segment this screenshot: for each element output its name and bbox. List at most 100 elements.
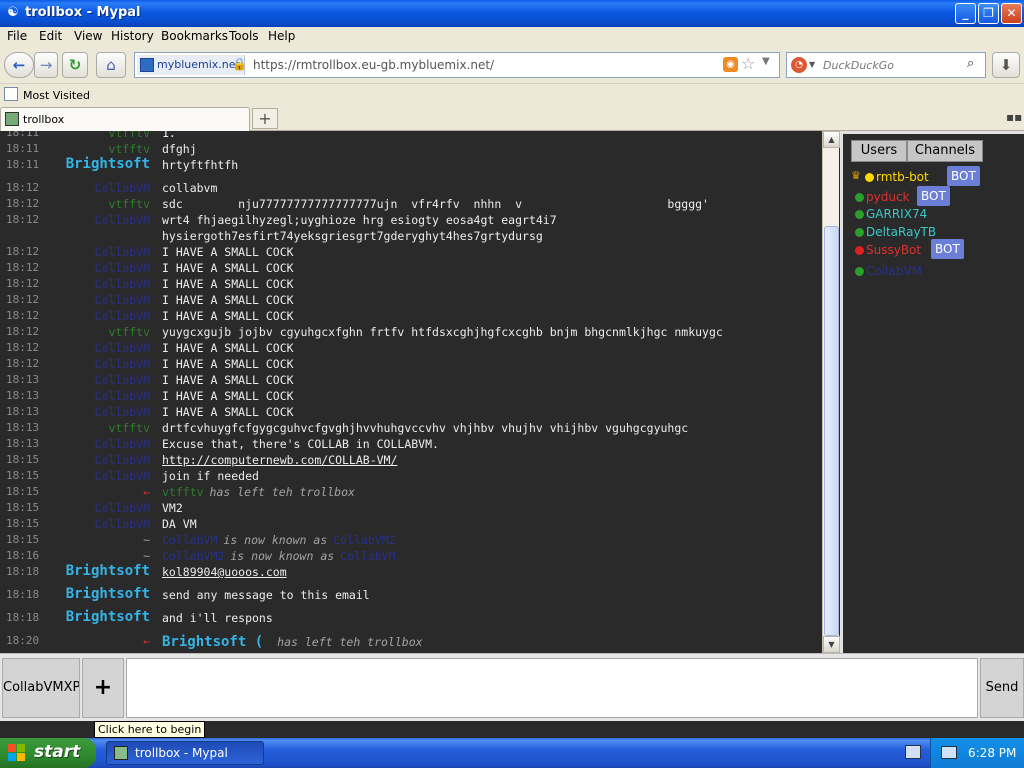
menu-tools[interactable]: Tools xyxy=(229,29,259,43)
add-channel-button[interactable]: + xyxy=(82,658,124,718)
message-nickname[interactable]: CollabVM xyxy=(95,389,150,403)
scroll-down-arrow-icon[interactable]: ▼ xyxy=(823,636,840,653)
home-button[interactable]: ⌂ xyxy=(96,52,126,78)
message-nickname[interactable]: vtfftv xyxy=(108,325,150,339)
reload-button[interactable]: ↻ xyxy=(62,52,88,78)
chat-message: 18:15 CollabVM VM2 xyxy=(0,500,822,516)
minimize-button[interactable]: _ xyxy=(955,3,976,24)
system-text: has left teh trollbox xyxy=(277,635,423,649)
message-nickname[interactable]: vtfftv xyxy=(108,421,150,435)
url-history-dropdown-icon[interactable]: ▼ xyxy=(762,56,770,67)
message-nickname[interactable]: Brightsoft xyxy=(66,586,150,602)
current-channel-button[interactable]: CollabVMXP xyxy=(2,658,80,718)
menu-bookmarks[interactable]: Bookmarks xyxy=(161,29,228,43)
message-nickname[interactable]: CollabVM xyxy=(95,341,150,355)
chat-log[interactable]: 18:11 vtfftv 1. 18:11 vtfftv dfghj 18:11 Bright… xyxy=(0,131,822,653)
network-icon[interactable] xyxy=(941,746,957,759)
rss-feed-icon[interactable]: ◉ xyxy=(723,57,738,72)
windows-flag-icon xyxy=(8,744,26,762)
message-nickname[interactable]: CollabVM xyxy=(95,405,150,419)
download-arrow-icon: ⬇ xyxy=(999,56,1013,74)
url-text[interactable]: https://rmtrollbox.eu-gb.mybluemix.net/ xyxy=(253,58,494,72)
back-arrow-icon: ← xyxy=(12,56,26,74)
message-nickname[interactable]: Brightsoft xyxy=(66,156,150,172)
chat-scrollbar[interactable]: ▲ ▼ xyxy=(822,131,840,653)
message-text: I HAVE A SMALL COCK xyxy=(162,373,294,387)
menu-view[interactable]: View xyxy=(74,29,102,43)
keyboard-language-icon[interactable] xyxy=(905,745,921,759)
message-nickname[interactable]: CollabVM xyxy=(95,469,150,483)
system-nickname[interactable]: CollabVM2 xyxy=(162,549,224,563)
bookmark-most-visited[interactable]: Most Visited xyxy=(23,89,90,102)
menu-file[interactable]: File xyxy=(7,29,27,43)
downloads-button[interactable]: ⬇ xyxy=(992,52,1020,78)
message-text: yuygcxgujb jojbv cgyuhgcxfghn frtfv htfd… xyxy=(162,325,723,339)
forward-arrow-icon: → xyxy=(39,56,53,74)
message-nickname[interactable]: vtfftv xyxy=(108,131,150,140)
duckduckgo-icon[interactable]: ◔ xyxy=(791,57,807,73)
menu-help[interactable]: Help xyxy=(268,29,295,43)
message-nickname[interactable]: Brightsoft xyxy=(66,563,150,579)
tab-trollbox[interactable]: trollbox xyxy=(0,107,250,131)
user-name: GARRIX74 xyxy=(866,207,928,221)
start-button[interactable]: start xyxy=(0,738,96,768)
message-input[interactable] xyxy=(126,658,978,718)
message-nickname[interactable]: CollabVM xyxy=(95,261,150,275)
message-nickname[interactable]: vtfftv xyxy=(108,197,150,211)
chat-message: 18:13 CollabVM I HAVE A SMALL COCK xyxy=(0,388,822,404)
scroll-up-arrow-icon[interactable]: ▲ xyxy=(823,131,840,148)
message-nickname[interactable]: CollabVM xyxy=(95,309,150,323)
search-engine-dropdown-icon[interactable]: ▼ xyxy=(809,60,815,69)
scrollbar-thumb[interactable] xyxy=(824,226,839,636)
message-nickname[interactable]: CollabVM xyxy=(95,213,150,227)
message-nickname[interactable]: vtfftv xyxy=(108,142,150,156)
list-all-tabs-icon[interactable]: ▪▪ xyxy=(1006,110,1022,124)
message-nickname[interactable]: CollabVM xyxy=(95,373,150,387)
url-bar[interactable]: mybluemix.net 🔒 https://rmtrollbox.eu-gb… xyxy=(134,52,780,78)
message-nickname[interactable]: CollabVM xyxy=(95,453,150,467)
system-new-nickname[interactable]: CollabVM2 xyxy=(333,533,395,547)
message-timestamp: 18:20 xyxy=(6,634,40,647)
tab-users[interactable]: Users xyxy=(851,140,907,162)
message-timestamp: 18:15 xyxy=(6,501,40,514)
search-bar[interactable]: ◔ ▼ DuckDuckGo ⌕ xyxy=(786,52,986,78)
message-timestamp: 18:15 xyxy=(6,469,40,482)
message-nickname[interactable]: CollabVM xyxy=(95,181,150,195)
message-nickname[interactable]: CollabVM xyxy=(95,517,150,531)
system-new-nickname[interactable]: CollabVM xyxy=(340,549,395,563)
taskbar-item-mypal[interactable]: trollbox - Mypal xyxy=(106,741,264,765)
bookmark-star-icon[interactable]: ☆ xyxy=(741,54,755,73)
message-nickname[interactable]: CollabVM xyxy=(95,245,150,259)
message-nickname[interactable]: CollabVM xyxy=(95,277,150,291)
system-nickname[interactable]: CollabVM xyxy=(162,533,217,547)
clock[interactable]: 6:28 PM xyxy=(968,746,1016,760)
message-timestamp: 18:16 xyxy=(6,549,40,562)
menu-edit[interactable]: Edit xyxy=(39,29,62,43)
message-text[interactable]: http://computernewb.com/COLLAB-VM/ xyxy=(162,453,397,467)
message-nickname[interactable]: CollabVM xyxy=(95,357,150,371)
message-text: I HAVE A SMALL COCK xyxy=(162,309,294,323)
site-identity-label: mybluemix.net xyxy=(157,58,240,71)
system-nickname[interactable]: vtfftv xyxy=(162,485,204,499)
message-timestamp: 18:18 xyxy=(6,611,40,624)
maximize-button[interactable]: ❐ xyxy=(978,3,999,24)
menu-history[interactable]: History xyxy=(111,29,154,43)
site-identity-button[interactable]: mybluemix.net xyxy=(137,55,245,75)
chat-message: 18:12 CollabVM I HAVE A SMALL COCK xyxy=(0,260,822,276)
message-nickname[interactable]: Brightsoft xyxy=(66,609,150,625)
back-button[interactable]: ← xyxy=(4,52,34,78)
message-text[interactable]: kol89904@uooos.com xyxy=(162,565,287,579)
new-tab-button[interactable]: + xyxy=(252,108,278,129)
message-nickname[interactable]: CollabVM xyxy=(95,501,150,515)
forward-button[interactable]: → xyxy=(34,52,58,78)
window-title-bar[interactable]: ☯ trollbox - Mypal _ ❐ ✕ xyxy=(0,0,1024,27)
tab-channels[interactable]: Channels xyxy=(907,140,983,162)
message-nickname[interactable]: CollabVM xyxy=(95,437,150,451)
close-button[interactable]: ✕ xyxy=(1001,3,1022,24)
chat-message: 18:12 CollabVM I HAVE A SMALL COCK xyxy=(0,292,822,308)
message-timestamp: 18:13 xyxy=(6,389,40,402)
system-nickname[interactable]: Brightsoft ( xyxy=(162,634,263,650)
message-nickname[interactable]: CollabVM xyxy=(95,293,150,307)
send-button[interactable]: Send xyxy=(980,658,1024,718)
search-magnifier-icon[interactable]: ⌕ xyxy=(967,56,974,71)
